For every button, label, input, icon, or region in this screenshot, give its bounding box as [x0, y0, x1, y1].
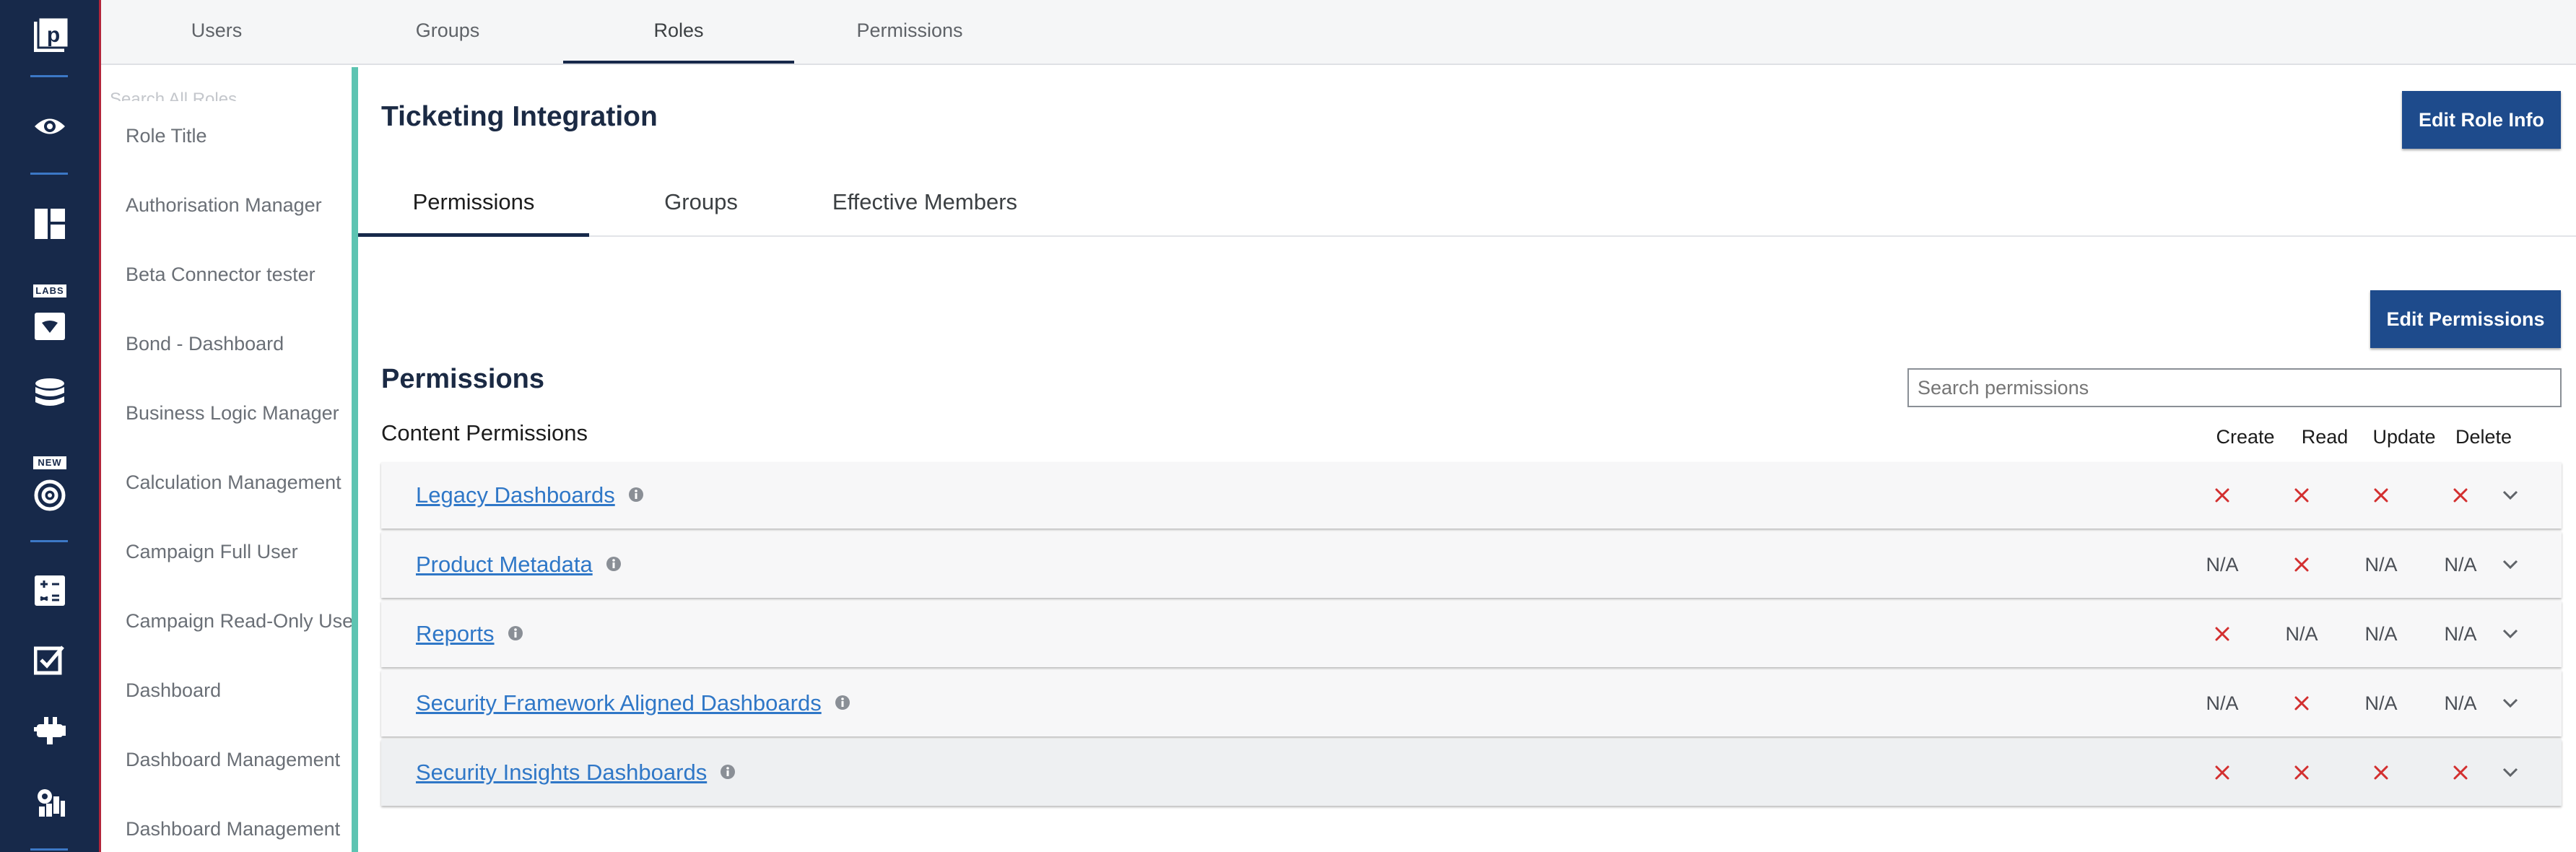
role-list-item[interactable]: Authorisation Manager: [126, 191, 322, 219]
chevron-down-icon[interactable]: [2496, 670, 2525, 736]
permission-cell-delete: N/A: [2444, 553, 2477, 575]
permission-name-link[interactable]: Security Framework Aligned Dashboards: [416, 670, 850, 736]
eye-icon[interactable]: [0, 97, 99, 155]
selected-role-accent: [352, 67, 358, 852]
permission-cell-delete: N/A: [2444, 622, 2477, 645]
column-header-delete: Delete: [2455, 426, 2512, 448]
role-title: Ticketing Integration: [381, 101, 658, 132]
info-icon[interactable]: [606, 531, 622, 598]
permission-name-link[interactable]: Legacy Dashboards: [416, 462, 644, 529]
permission-name[interactable]: Security Insights Dashboards: [416, 739, 707, 806]
checkbox-edit-icon[interactable]: [0, 631, 99, 689]
rail-separator: [30, 173, 68, 175]
denied-x-icon: [2262, 739, 2341, 806]
edit-role-info-button[interactable]: Edit Role Info: [2402, 91, 2561, 149]
dashboard-icon[interactable]: [0, 195, 99, 253]
column-header-update: Update: [2372, 426, 2436, 448]
subtab-effective-members[interactable]: Effective Members: [806, 173, 1044, 237]
tab-permissions[interactable]: Permissions: [794, 0, 1025, 64]
search-permissions-input[interactable]: [1907, 368, 2562, 407]
denied-x-icon: [2262, 462, 2341, 529]
info-icon[interactable]: [508, 601, 523, 667]
permission-row[interactable]: Legacy Dashboards: [381, 462, 2562, 529]
denied-x-icon: [2341, 739, 2421, 806]
permission-name[interactable]: Reports: [416, 601, 495, 667]
rail-separator: [30, 540, 68, 542]
rail-separator: [30, 75, 68, 77]
content-permissions-label: Content Permissions: [381, 420, 588, 445]
app-logo-icon[interactable]: p: [0, 6, 99, 64]
role-list-item[interactable]: Campaign Full User: [126, 537, 298, 566]
role-list-item[interactable]: Dashboard Management: [126, 745, 340, 774]
role-search-input[interactable]: Search All Roles: [110, 90, 237, 101]
permission-cell-read: N/A: [2285, 622, 2318, 645]
permission-name-link[interactable]: Reports: [416, 601, 523, 667]
role-list: Search All Roles Role Title Authorisatio…: [101, 65, 352, 852]
role-detail-panel: Ticketing Integration Edit Role Info Per…: [358, 66, 2576, 852]
role-list-item[interactable]: Dashboard Management: [126, 814, 340, 843]
plug-icon[interactable]: [0, 702, 99, 760]
target-icon[interactable]: [0, 466, 99, 524]
role-list-item[interactable]: Calculation Management: [126, 468, 341, 497]
permission-name-link[interactable]: Product Metadata: [416, 531, 622, 598]
denied-x-icon: [2183, 739, 2262, 806]
role-list-item[interactable]: Business Logic Manager: [126, 399, 339, 427]
role-list-item[interactable]: Beta Connector tester: [126, 260, 316, 289]
calculator-icon[interactable]: [0, 562, 99, 620]
labs-badge: LABS: [33, 284, 66, 297]
tab-roles[interactable]: Roles: [563, 0, 794, 64]
chevron-down-icon[interactable]: [2496, 462, 2525, 529]
settings-icon[interactable]: [0, 773, 99, 830]
tab-users[interactable]: Users: [101, 0, 332, 64]
tab-groups[interactable]: Groups: [332, 0, 563, 64]
denied-x-icon: [2262, 531, 2341, 598]
top-nav: Users Groups Roles Permissions: [101, 0, 2576, 65]
role-subtabs: Permissions Groups Effective Members: [358, 173, 2576, 237]
column-header-create: Create: [2216, 426, 2275, 448]
permission-cell-create: N/A: [2206, 692, 2239, 714]
denied-x-icon: [2421, 462, 2500, 529]
chevron-down-icon[interactable]: [2496, 739, 2525, 806]
role-list-item[interactable]: Campaign Read-Only User: [126, 607, 352, 635]
app-logo-letter: p: [46, 23, 59, 47]
role-list-item[interactable]: Bond - Dashboard: [126, 329, 284, 358]
permission-name[interactable]: Product Metadata: [416, 531, 593, 598]
role-list-item[interactable]: Dashboard: [126, 676, 221, 705]
permission-row[interactable]: Product Metadata N/A N/A N/A: [381, 531, 2562, 598]
column-header-read: Read: [2301, 426, 2349, 448]
denied-x-icon: [2341, 462, 2421, 529]
permission-cell-create: N/A: [2206, 553, 2239, 575]
permissions-heading: Permissions: [381, 364, 544, 394]
chevron-down-icon[interactable]: [2496, 531, 2525, 598]
denied-x-icon: [2183, 601, 2262, 667]
labs-icon[interactable]: [0, 297, 99, 355]
permission-row[interactable]: Reports N/A N/A N/A: [381, 601, 2562, 667]
permission-row[interactable]: Security Framework Aligned Dashboards N/A…: [381, 670, 2562, 736]
database-icon[interactable]: [0, 365, 99, 423]
permission-name[interactable]: Security Framework Aligned Dashboards: [416, 670, 822, 736]
subtab-permissions[interactable]: Permissions: [358, 173, 589, 237]
edit-permissions-button[interactable]: Edit Permissions: [2370, 290, 2561, 348]
permission-name[interactable]: Legacy Dashboards: [416, 462, 615, 529]
permission-cell-delete: N/A: [2444, 692, 2477, 714]
permission-cell-update: N/A: [2364, 692, 2398, 714]
info-icon[interactable]: [720, 739, 736, 806]
rail-separator: [30, 848, 68, 851]
chevron-down-icon[interactable]: [2496, 601, 2525, 667]
info-icon[interactable]: [628, 462, 644, 529]
denied-x-icon: [2421, 739, 2500, 806]
denied-x-icon: [2183, 462, 2262, 529]
permission-row[interactable]: Security Insights Dashboards: [381, 739, 2562, 806]
icon-rail: p LABS NEW: [0, 0, 101, 852]
permission-cell-update: N/A: [2364, 622, 2398, 645]
permission-name-link[interactable]: Security Insights Dashboards: [416, 739, 736, 806]
subtab-groups[interactable]: Groups: [604, 173, 799, 237]
denied-x-icon: [2262, 670, 2341, 736]
role-list-header: Role Title: [126, 125, 207, 147]
info-icon[interactable]: [835, 670, 850, 736]
permission-cell-update: N/A: [2364, 553, 2398, 575]
